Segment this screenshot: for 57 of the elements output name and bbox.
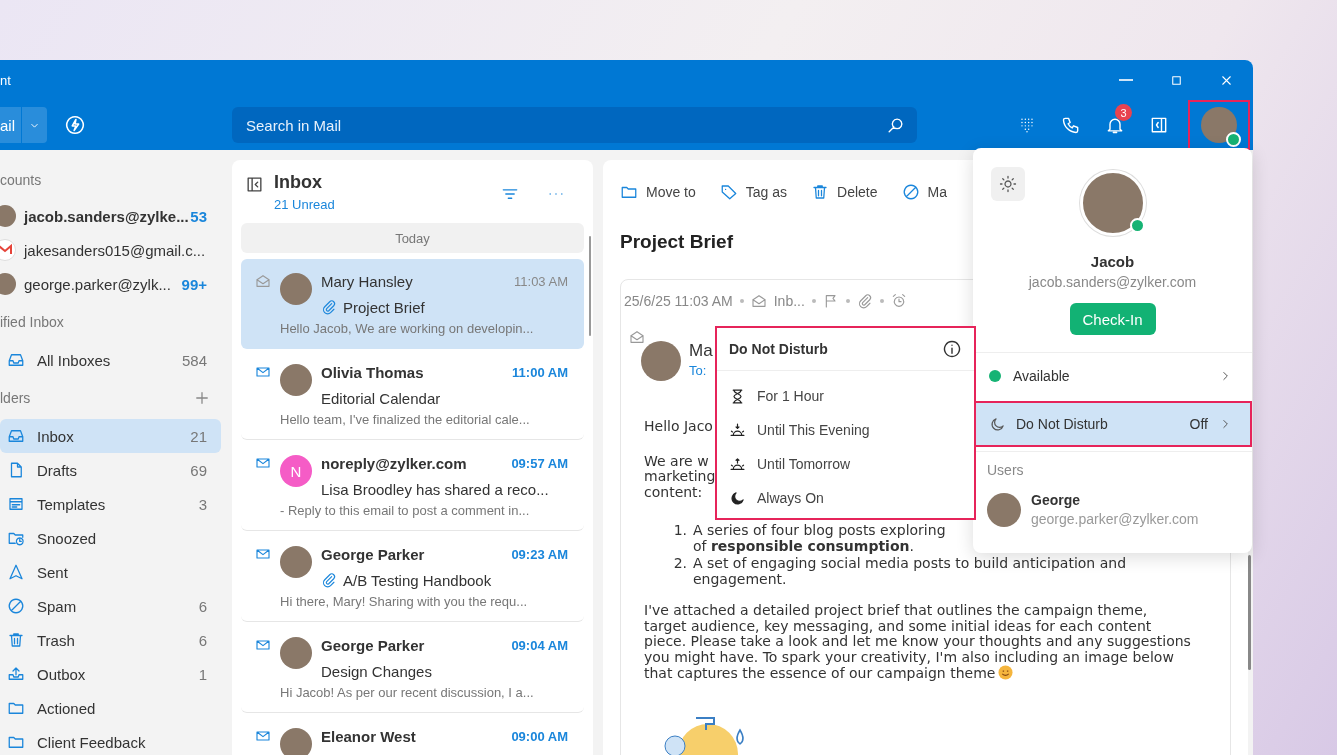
folder-item[interactable]: Outbox 1 [0, 657, 221, 691]
message-item[interactable]: George Parker 09:04 AM Design Changes Hi Jacob! As per our recent discussion, I a... [241, 623, 584, 713]
message-item[interactable]: Mary Hansley 11:03 AM Project Brief Hello Jacob, We are working on developin... [241, 259, 584, 349]
user-email: george.parker@zylker.com [1031, 511, 1199, 527]
user-name[interactable]: George [1031, 492, 1199, 508]
toolbar-action[interactable]: Delete [811, 183, 878, 201]
toolbar-action[interactable]: Ma [901, 183, 947, 201]
toolbar-action[interactable]: Move to [620, 183, 696, 201]
menu-item[interactable]: Always On [717, 481, 974, 515]
list-title: Inbox [274, 172, 323, 193]
message-item[interactable]: Eleanor West 09:00 AM [241, 714, 584, 755]
menu-item[interactable]: Until Tomorrow [717, 447, 974, 481]
account-item[interactable]: jacob.sanders@zylke...53 [0, 199, 221, 233]
email-greeting: Hello Jaco [644, 419, 713, 435]
folder-item[interactable]: Snoozed [0, 521, 221, 555]
profile-email: jacob.sanders@zylker.com [1028, 274, 1197, 290]
folder-item[interactable]: Trash 6 [0, 623, 221, 657]
email-subject: Project Brief [620, 230, 733, 254]
email-paragraph: We are w marketing content: [644, 453, 716, 500]
list-marker: 2. [672, 556, 687, 573]
folder-label: Inb... [773, 293, 805, 309]
section-header: counts [0, 172, 42, 188]
section-header: lders [0, 390, 31, 406]
window-title: nt [0, 72, 11, 88]
list-item: A series of four blog posts exploring of responsible consumption. [693, 523, 946, 554]
profile-name: Jacob [1090, 253, 1135, 270]
message-item[interactable]: N noreply@zylker.com 09:57 AM Lisa Broodley has shared a reco... - Reply to this email to post a comment in... [241, 441, 584, 531]
folder-item[interactable]: Client Feedback [0, 725, 221, 755]
section-header: ified Inbox [0, 314, 64, 330]
date-group-header: Today [241, 223, 584, 253]
message-item[interactable]: Olivia Thomas 11:00 AM Editorial Calendar Hello team, I've finalized the editorial cale... [241, 350, 584, 440]
new-mail-button[interactable]: ail [0, 107, 21, 143]
sender-name: Ma [689, 341, 713, 361]
email-paragraph: I've attached a detailed project brief that outlines the campaign theme, target audience, key messaging, and some initial ideas for each content piece. Please take a look and let me know your thoughts and any suggestions you might have. To spark your creativity, I'm also including an image below that captures the essence of our campaign theme [644, 603, 1192, 682]
do-not-disturb-item[interactable]: Do Not Disturb Off [973, 401, 1252, 447]
message-item[interactable]: George Parker 09:23 AM A/B Testing Handbook Hi there, Mary! Sharing with you the requ... [241, 532, 584, 622]
recipient-label: To: [689, 363, 708, 378]
menu-title: Do Not Disturb [729, 341, 828, 357]
folder-item[interactable]: Sent [0, 555, 221, 589]
folder-item[interactable]: Actioned [0, 691, 221, 725]
folder-item[interactable]: All Inboxes 584 [0, 343, 221, 377]
folder-item[interactable]: Drafts 69 [0, 453, 221, 487]
list-item: A set of engaging social media posts to build anticipation and engagement. [693, 556, 1127, 587]
toolbar-action[interactable]: Tag as [719, 183, 788, 201]
email-date: 25/6/25 11:03 AM [624, 293, 733, 309]
folder-item[interactable]: Inbox 21 [0, 419, 221, 453]
list-marker: 1. [672, 523, 687, 540]
initial-avatar: N [280, 455, 312, 487]
menu-item[interactable]: For 1 Hour [717, 379, 974, 413]
account-item[interactable]: george.parker@zylk... 99+ [0, 267, 221, 301]
users-label: Users [987, 462, 1025, 478]
account-item[interactable]: jakesanders015@gmail.c... [0, 233, 221, 267]
folder-item[interactable]: Spam 6 [0, 589, 221, 623]
unread-count: 21 Unread [274, 197, 335, 212]
notification-badge: 3 [1115, 104, 1132, 121]
folder-item[interactable]: Templates 3 [0, 487, 221, 521]
menu-item[interactable]: Until This Evening [717, 413, 974, 447]
